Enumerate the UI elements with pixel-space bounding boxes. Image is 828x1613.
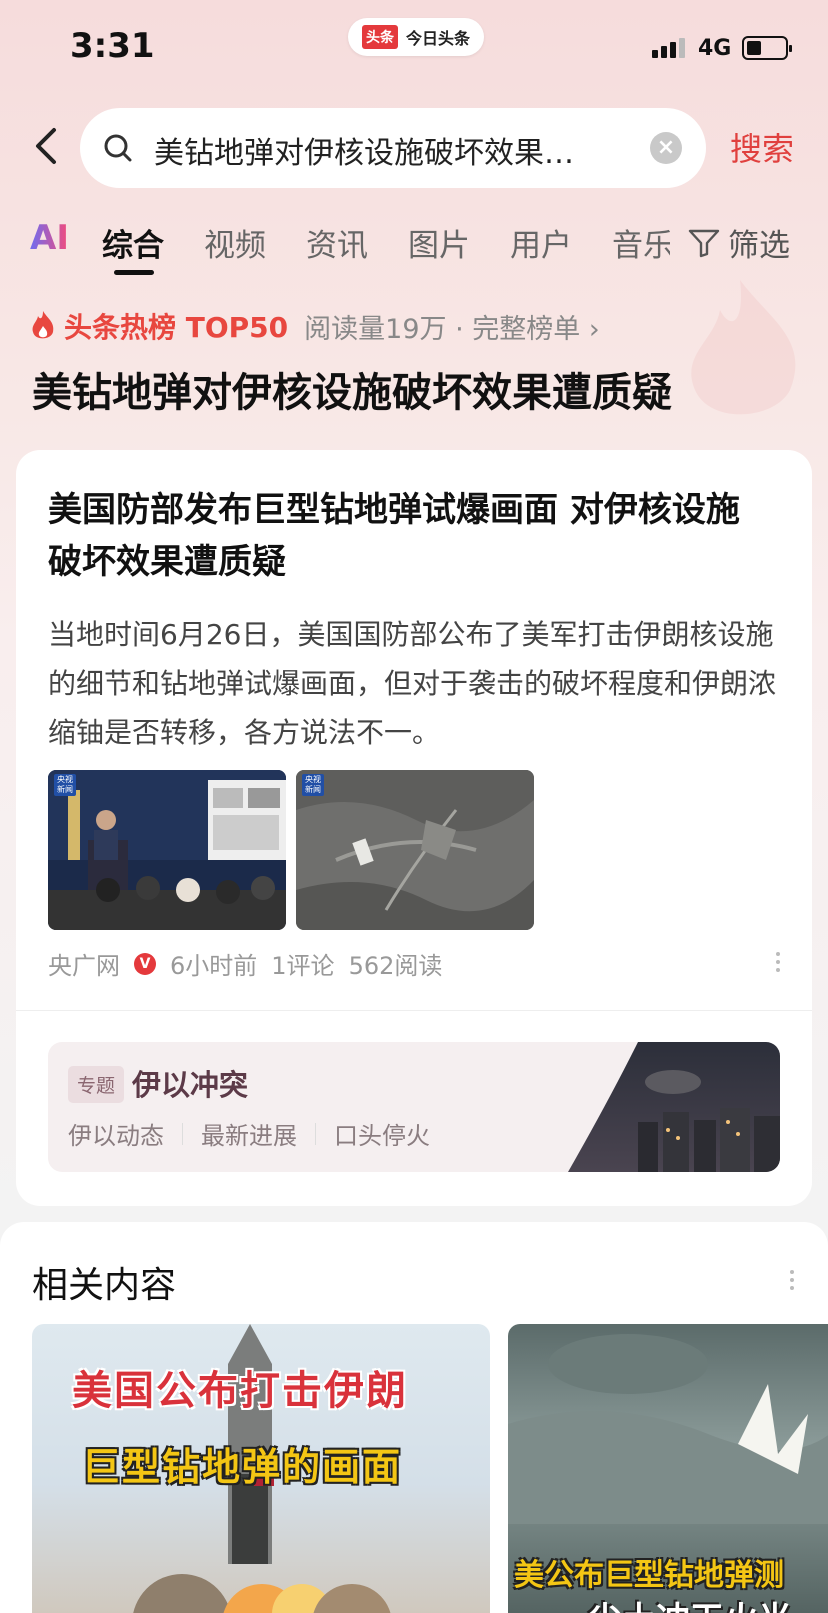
article-comments: 1评论	[271, 952, 335, 980]
cctv-news-logo-icon: 央视新闻	[54, 774, 76, 796]
related-card1-caption-1: 美国公布打击伊朗	[72, 1367, 408, 1414]
related-video-card-2[interactable]: 美公布巨型钻地弹测 尘土冲天火光	[508, 1324, 828, 1613]
divider	[16, 1010, 812, 1011]
filter-button[interactable]: 筛选	[688, 220, 790, 265]
hot-board-line[interactable]: 头条热榜 TOP50 阅读量19万 · 完整榜单 ›	[30, 306, 600, 346]
app-logo-icon: 头条	[362, 25, 398, 49]
related-title: 相关内容	[32, 1265, 177, 1306]
app-indicator[interactable]: 头条 今日头条	[348, 18, 485, 56]
related-more-icon[interactable]	[790, 1266, 796, 1294]
more-options-icon[interactable]	[776, 948, 782, 976]
topic-badge: 专题	[68, 1066, 125, 1103]
article-reads: 562阅读	[348, 952, 443, 980]
tab-users[interactable]: 用户	[510, 220, 572, 265]
related-video-card-1[interactable]: 美国公布打击伊朗 巨型钻地弹的画面	[32, 1324, 490, 1613]
back-arrow-icon[interactable]	[28, 124, 68, 168]
status-bar: 3:31 头条 今日头条 4G	[0, 0, 828, 100]
topic-card[interactable]: 专题 伊以冲突 伊以动态 最新进展 口头停火	[48, 1042, 780, 1172]
related-card2-caption-2: 尘土冲天火光	[588, 1592, 792, 1613]
search-results-page: 3:31 头条 今日头条 4G 美钻地弹对伊核设施破坏效果… × 搜索 AI 综…	[0, 0, 828, 1613]
topic-link-dynamics[interactable]: 伊以动态	[68, 1116, 164, 1151]
article-source[interactable]: 央广网	[48, 946, 120, 981]
signal-icon	[652, 38, 685, 58]
article-meta: 央广网 V 6小时前 1评论 562阅读	[48, 946, 442, 981]
search-input[interactable]: 美钻地弹对伊核设施破坏效果… ×	[80, 108, 706, 188]
search-query[interactable]: 美钻地弹对伊核设施破坏效果…	[154, 128, 624, 172]
filter-label: 筛选	[728, 228, 790, 264]
article-description: 当地时间6月26日，美国国防部公布了美军打击伊朗核设施的细节和钻地弹试爆画面，但…	[48, 618, 777, 749]
tab-ai[interactable]: AI	[30, 218, 69, 258]
topic-title: 美钻地弹对伊核设施破坏效果遭质疑	[32, 370, 672, 416]
article-time: 6小时前	[170, 952, 258, 980]
tab-video[interactable]: 视频	[204, 220, 266, 265]
tab-images[interactable]: 图片	[408, 220, 470, 265]
tab-comprehensive[interactable]: 综合	[102, 220, 164, 265]
search-button[interactable]: 搜索	[730, 124, 794, 170]
status-time: 3:31	[70, 26, 155, 66]
related-card2-caption-1: 美公布巨型钻地弹测	[514, 1558, 784, 1593]
article-card[interactable]: 美国防部发布巨型钻地弹试爆画面 对伊核设施破坏效果遭质疑 当地时间6月26日，美…	[16, 450, 812, 1206]
active-tab-indicator	[114, 270, 154, 275]
tab-news[interactable]: 资讯	[306, 220, 368, 265]
decorative-flame-icon	[691, 280, 796, 415]
article-image-pressroom[interactable]: 央视新闻	[48, 770, 286, 930]
article-title[interactable]: 美国防部发布巨型钻地弹试爆画面 对伊核设施破坏效果遭质疑	[48, 484, 768, 588]
related-section: 相关内容 美国公布打击伊朗 巨型钻地弹的画面 美公布巨型钻地弹测 尘土冲天	[0, 1222, 828, 1613]
clear-icon[interactable]: ×	[650, 132, 682, 164]
topic-link-ceasefire[interactable]: 口头停火	[334, 1116, 430, 1151]
result-tabs: AI 综合 视频 资讯 图片 用户 音乐 筛选	[0, 218, 828, 278]
search-icon	[104, 134, 132, 162]
topic-link-progress[interactable]: 最新进展	[201, 1116, 297, 1151]
hot-board-meta[interactable]: 阅读量19万 · 完整榜单 ›	[304, 307, 599, 346]
app-name: 今日头条	[406, 29, 471, 48]
article-image-satellite[interactable]: 央视新闻	[296, 770, 534, 930]
related-card1-caption-2: 巨型钻地弹的画面	[82, 1444, 403, 1489]
network-type: 4G	[698, 36, 732, 61]
battery-icon	[742, 36, 792, 60]
filter-icon	[688, 229, 720, 257]
flame-icon	[32, 311, 54, 339]
cctv-news-logo-icon-2: 央视新闻	[302, 774, 324, 796]
verified-icon: V	[134, 952, 156, 975]
hot-board-label: 头条热榜 TOP50	[64, 311, 289, 344]
topic-links: 伊以动态 最新进展 口头停火	[68, 1116, 430, 1151]
topic-name[interactable]: 伊以冲突	[132, 1062, 248, 1104]
topic-cover-image	[568, 1042, 780, 1172]
tab-music[interactable]: 音乐	[612, 220, 670, 265]
